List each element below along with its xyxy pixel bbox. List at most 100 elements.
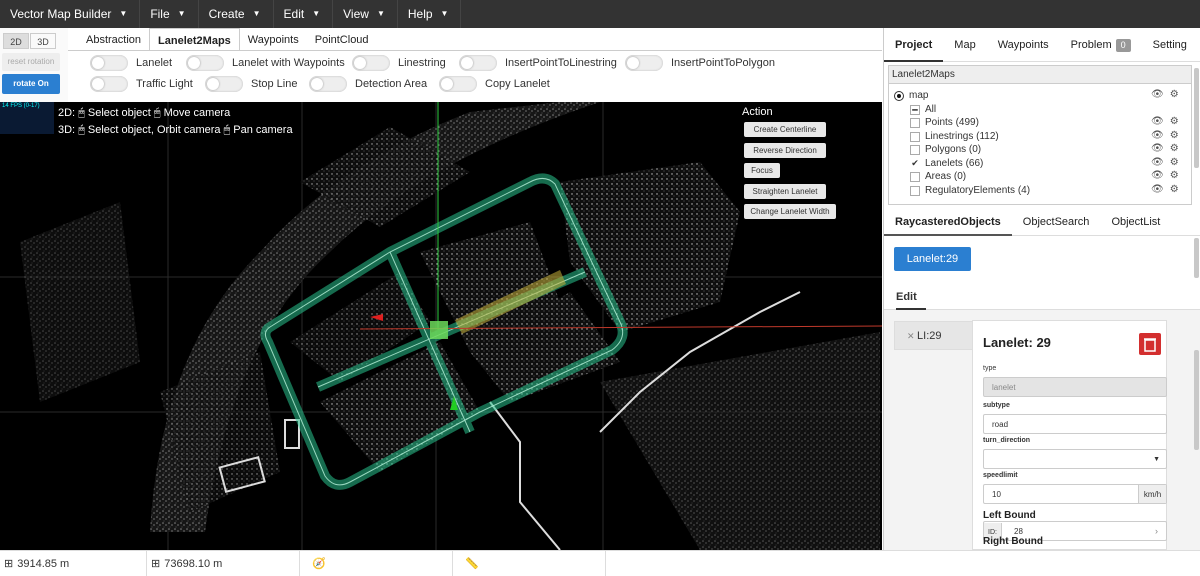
tab-abstraction[interactable]: Abstraction <box>78 28 149 50</box>
checkbox[interactable] <box>910 185 920 196</box>
tree-item-linestrings[interactable]: Linestrings (112) <box>910 130 999 143</box>
checkbox-indeterminate-icon[interactable]: ━ <box>910 104 920 115</box>
checkbox[interactable] <box>910 117 920 128</box>
eye-icon[interactable]: 👁 <box>1151 170 1164 181</box>
tab-pointcloud[interactable]: PointCloud <box>307 28 377 50</box>
menu-app[interactable]: Vector Map Builder ▼ <box>0 0 141 28</box>
tab-object-search[interactable]: ObjectSearch <box>1012 209 1101 236</box>
tree-item-lanelets[interactable]: ✔ Lanelets (66) <box>910 157 983 170</box>
tree-item-regulatory[interactable]: RegulatoryElements (4) <box>910 184 1030 197</box>
toggle-switch[interactable] <box>309 76 347 92</box>
toggle-switch[interactable] <box>459 55 497 71</box>
scale-ruler-icon[interactable]: 📏 <box>465 557 479 570</box>
toggle-insert-point-linestring[interactable]: InsertPointToLinestring <box>459 55 617 71</box>
tab-lanelet2maps[interactable]: Lanelet2Maps <box>149 28 240 50</box>
toggle-switch[interactable] <box>90 55 128 71</box>
gear-icon[interactable]: ⚙ <box>1170 157 1179 168</box>
eye-icon[interactable]: 👁 <box>1151 130 1164 141</box>
caret-down-icon: ▼ <box>177 9 186 18</box>
tab-raycastered-objects[interactable]: RaycasteredObjects <box>884 209 1012 236</box>
tab-map[interactable]: Map <box>943 28 986 62</box>
object-scrollbar[interactable] <box>1194 238 1199 278</box>
menu-help[interactable]: Help ▼ <box>398 0 462 28</box>
tab-edit[interactable]: Edit <box>896 284 926 310</box>
radio-selected-icon[interactable] <box>894 90 904 101</box>
checkbox[interactable] <box>910 171 920 182</box>
status-x: ⊞ 3914.85 m <box>0 551 147 576</box>
menu-view[interactable]: View ▼ <box>333 0 398 28</box>
view-2d-button[interactable]: 2D <box>3 33 29 49</box>
straighten-lanelet-button[interactable]: Straighten Lanelet <box>744 183 826 199</box>
chevron-right-icon[interactable]: › <box>1155 522 1158 541</box>
tab-waypoints[interactable]: Waypoints <box>240 28 307 50</box>
toggle-label: Lanelet with Waypoints <box>232 57 345 69</box>
tree-item-areas[interactable]: Areas (0) <box>910 170 966 183</box>
ruler-y-icon: ⊞ <box>151 558 161 570</box>
tab-project[interactable]: Project <box>884 28 944 62</box>
subtype-field[interactable]: road <box>983 414 1167 434</box>
toggle-linestring[interactable]: Linestring <box>352 55 446 71</box>
menu-create[interactable]: Create ▼ <box>199 0 274 28</box>
help-prefix: 2D: <box>58 107 76 119</box>
edit-scrollbar[interactable] <box>1194 350 1199 450</box>
focus-button[interactable]: Focus <box>744 163 780 178</box>
close-icon[interactable]: ✕ <box>907 331 917 341</box>
reverse-direction-button[interactable]: Reverse Direction <box>744 142 826 158</box>
eye-icon[interactable]: 👁 <box>1151 184 1164 195</box>
toggle-switch[interactable] <box>205 76 243 92</box>
reset-rotation-button[interactable]: reset rotation <box>2 53 60 71</box>
gear-icon[interactable]: ⚙ <box>1170 130 1179 141</box>
menu-file[interactable]: File ▼ <box>140 0 199 28</box>
toggle-label: Linestring <box>398 57 446 69</box>
toggle-detection-area[interactable]: Detection Area <box>309 76 427 92</box>
toggle-lanelet-with-waypoints[interactable]: Lanelet with Waypoints <box>186 55 345 71</box>
tree-root[interactable]: map <box>894 89 928 102</box>
toggle-lanelet[interactable]: Lanelet <box>90 55 172 71</box>
toggle-copy-lanelet[interactable]: Copy Lanelet <box>439 76 550 92</box>
tree-item-points[interactable]: Points (499) <box>910 116 979 129</box>
gear-icon[interactable]: ⚙ <box>1170 116 1179 127</box>
toggle-switch[interactable] <box>625 55 663 71</box>
tree-row-actions: 👁 ⚙ <box>1151 170 1179 181</box>
toggle-switch[interactable] <box>439 76 477 92</box>
change-lanelet-width-button[interactable]: Change Lanelet Width <box>744 204 836 219</box>
gear-icon[interactable]: ⚙ <box>1170 184 1179 195</box>
checkbox[interactable] <box>910 131 920 142</box>
toggle-traffic-light[interactable]: Traffic Light <box>90 76 193 92</box>
eye-icon[interactable]: 👁 <box>1151 116 1164 127</box>
checkbox[interactable] <box>910 144 920 155</box>
lanelet-item-tab[interactable]: ✕ LI:29 <box>894 321 974 350</box>
toggle-switch[interactable] <box>186 55 224 71</box>
speedlimit-value: 10 <box>992 490 1001 499</box>
eye-icon[interactable]: 👁 <box>1151 157 1164 168</box>
eye-icon[interactable]: 👁 <box>1151 89 1164 100</box>
tab-object-list[interactable]: ObjectList <box>1100 209 1171 236</box>
toggle-label: Detection Area <box>355 78 428 90</box>
tab-problem[interactable]: Problem 0 <box>1060 28 1142 62</box>
selected-object-chip[interactable]: Lanelet:29 <box>894 247 971 271</box>
tab-setting[interactable]: Setting <box>1142 28 1198 62</box>
rotate-on-button[interactable]: rotate On <box>2 74 60 94</box>
gear-icon[interactable]: ⚙ <box>1170 170 1179 181</box>
checkmark-icon[interactable]: ✔ <box>910 158 920 169</box>
view-3d-button[interactable]: 3D <box>30 33 56 49</box>
toggle-switch[interactable] <box>90 76 128 92</box>
toggle-stop-line[interactable]: Stop Line <box>205 76 297 92</box>
turn-direction-select[interactable]: ▼ <box>983 449 1167 469</box>
gear-icon[interactable]: ⚙ <box>1170 89 1179 100</box>
toggle-switch[interactable] <box>352 55 390 71</box>
tab-waypoints-right[interactable]: Waypoints <box>987 28 1060 62</box>
tree-scrollbar[interactable] <box>1194 68 1199 168</box>
compass-icon[interactable]: 🧭 <box>312 557 326 570</box>
gear-icon[interactable]: ⚙ <box>1170 143 1179 154</box>
toggle-insert-point-polygon[interactable]: InsertPointToPolygon <box>625 55 775 71</box>
speedlimit-field[interactable]: 10 km/h <box>983 484 1167 504</box>
delete-icon[interactable] <box>1139 333 1161 355</box>
tree-item-polygons[interactable]: Polygons (0) <box>910 143 981 156</box>
menu-edit[interactable]: Edit ▼ <box>274 0 334 28</box>
create-centerline-button[interactable]: Create Centerline <box>744 122 826 137</box>
menubar: Vector Map Builder ▼ File ▼ Create ▼ Edit ▼ … <box>0 0 1200 28</box>
map-viewport[interactable]: 14 FPS (0-17) 2D: 🖱 Select object 🖱 Move… <box>0 102 882 550</box>
eye-icon[interactable]: 👁 <box>1151 143 1164 154</box>
tree-item-all[interactable]: ━ All <box>910 103 936 116</box>
